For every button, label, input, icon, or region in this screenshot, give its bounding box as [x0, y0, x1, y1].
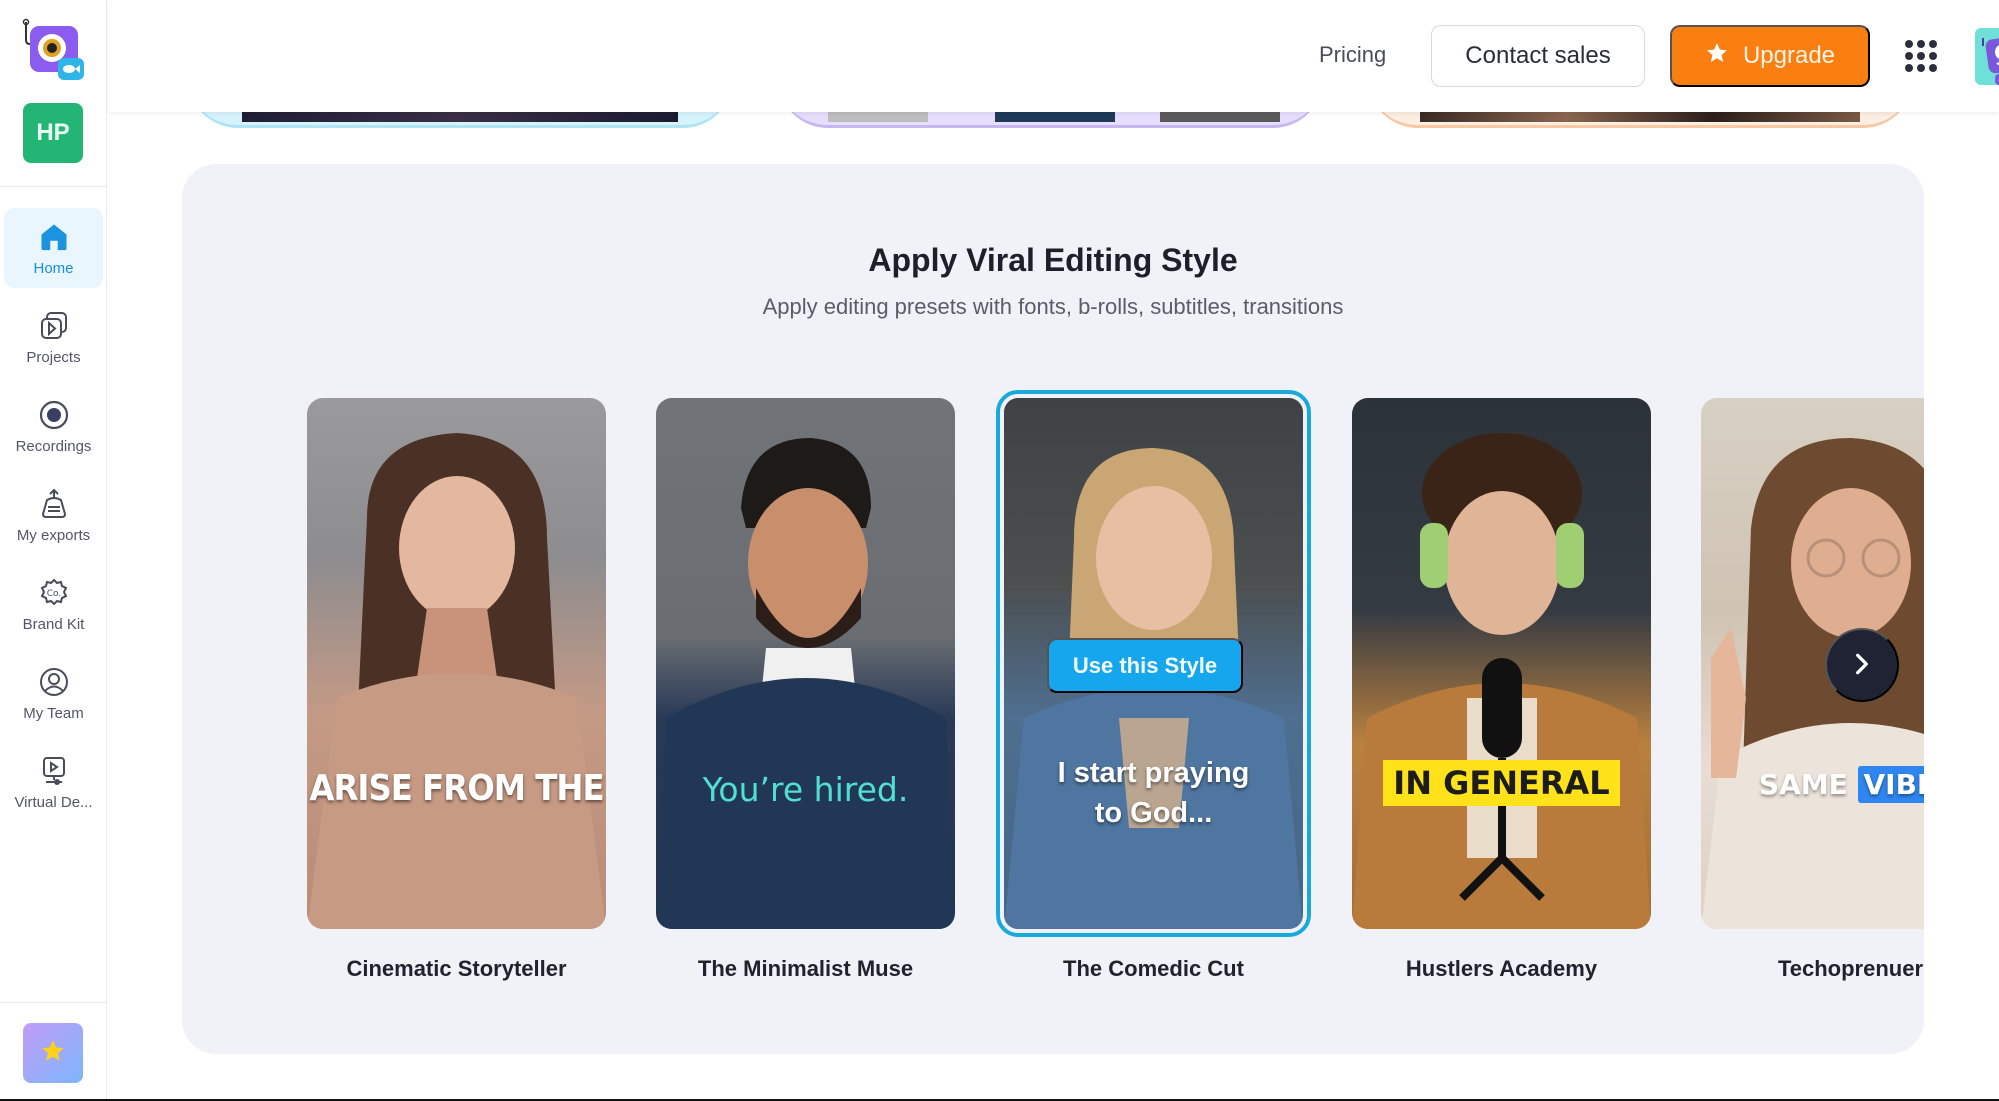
style-preview-image[interactable]: IN GENERAL [1352, 398, 1651, 929]
team-icon [37, 665, 71, 699]
profile-avatar[interactable] [1975, 28, 1999, 85]
top-header: Pricing Contact sales Upgrade [108, 0, 1999, 112]
sidebar-item-label: Home [33, 259, 74, 277]
style-name: Cinematic Storyteller [346, 956, 567, 981]
sidebar-item-my-exports[interactable]: My exports [4, 475, 103, 555]
style-card-minimalist-muse[interactable]: You’re hired. The Minimalist Muse [656, 398, 955, 981]
workspace-avatar[interactable]: HP [23, 103, 83, 163]
sidebar-divider [0, 1002, 106, 1003]
home-icon [37, 220, 71, 254]
caption-highlight: VIBE [1857, 766, 1924, 803]
grid-dots-icon[interactable] [1905, 40, 1937, 72]
star-icon [1705, 41, 1729, 72]
upgrade-button[interactable]: Upgrade [1670, 25, 1870, 87]
sidebar-divider [0, 186, 106, 187]
exports-icon [37, 487, 71, 521]
caption-text: SAME VIBE [1701, 766, 1924, 803]
sidebar-item-label: Projects [26, 348, 81, 366]
caption-line: to God... [1094, 797, 1213, 829]
premium-button[interactable] [23, 1023, 83, 1083]
style-card-cinematic-storyteller[interactable]: ARISE FROM THE Cinematic Storyteller [307, 398, 606, 981]
style-card-comedic-cut[interactable]: Use this Style I start praying to God...… [996, 390, 1311, 981]
sidebar-item-my-team[interactable]: My Team [4, 653, 103, 733]
section-title: Apply Viral Editing Style [868, 242, 1238, 278]
star-icon [40, 1038, 66, 1069]
style-name: Hustlers Academy [1405, 956, 1598, 981]
caption-text: ARISE FROM THE [309, 768, 604, 809]
sidebar-item-label: Virtual De... [14, 793, 93, 811]
sidebar-item-home[interactable]: Home [4, 208, 103, 288]
record-icon [37, 398, 71, 432]
caption-highlight: IN GENERAL [1383, 760, 1620, 806]
virtual-device-icon [37, 754, 71, 788]
brand-kit-icon: Co. [37, 576, 71, 610]
carousel-next-button[interactable] [1825, 628, 1899, 702]
sidebar-item-label: Brand Kit [22, 615, 85, 633]
style-name: The Minimalist Muse [697, 956, 914, 981]
pricing-link[interactable]: Pricing [1319, 42, 1386, 68]
section-subtitle: Apply editing presets with fonts, b-roll… [762, 294, 1344, 319]
caption-text: You’re hired. [702, 770, 909, 809]
use-this-style-button[interactable]: Use this Style [1047, 638, 1243, 693]
caption-line: I start praying [1057, 757, 1250, 789]
app-logo[interactable] [20, 18, 86, 82]
svg-text:Co.: Co. [46, 589, 61, 599]
style-preview-image[interactable]: ARISE FROM THE [307, 398, 606, 929]
sidebar-item-virtual-device[interactable]: Virtual De... [4, 742, 103, 822]
style-name: The Comedic Cut [1063, 956, 1244, 981]
sidebar-item-label: My exports [16, 526, 91, 544]
caption-word: SAME [1758, 768, 1848, 801]
style-preview-image[interactable]: Use this Style I start praying to God... [996, 390, 1311, 937]
sidebar-item-projects[interactable]: Projects [4, 297, 103, 377]
sidebar-item-label: Recordings [15, 437, 92, 455]
sidebar-item-recordings[interactable]: Recordings [4, 386, 103, 466]
projects-icon [37, 309, 71, 343]
style-preview-image[interactable]: You’re hired. [656, 398, 955, 929]
viral-style-section: Apply Viral Editing Style Apply editing … [182, 164, 1924, 1054]
contact-sales-button[interactable]: Contact sales [1431, 25, 1645, 87]
sidebar-item-brand-kit[interactable]: Co. Brand Kit [4, 564, 103, 644]
sidebar: HP Home Projects Recordings My exports C… [0, 0, 107, 1099]
sidebar-item-label: My Team [23, 704, 84, 722]
robot-avatar-icon [1975, 36, 1999, 85]
style-name: Techoprenuer [1777, 956, 1924, 981]
upgrade-label: Upgrade [1742, 42, 1836, 69]
chevron-right-icon [1849, 651, 1875, 680]
caption-text: IN GENERAL [1352, 760, 1651, 806]
style-card-hustlers-academy[interactable]: IN GENERAL Hustlers Academy [1352, 398, 1651, 981]
caption-text: I start praying to God... [1004, 753, 1303, 833]
